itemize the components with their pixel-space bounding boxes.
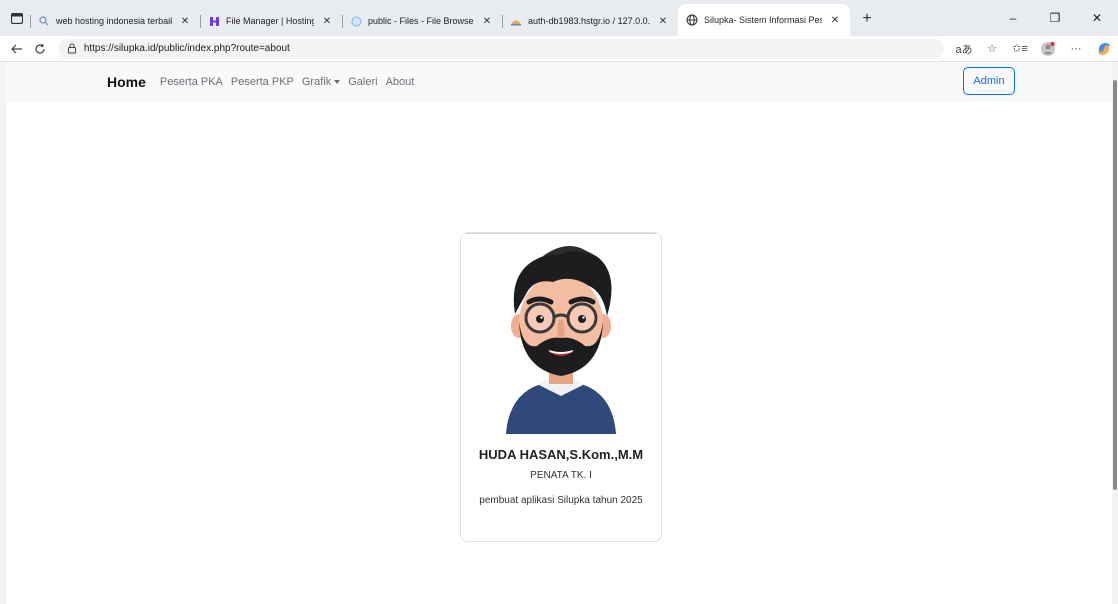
profile-avatar-icon[interactable] xyxy=(1034,38,1062,60)
tab-title: web hosting indonesia terbaik - S xyxy=(56,16,172,26)
browser-tab-4[interactable]: auth-db1983.hstgr.io / 127.0.0.1 / ✕ xyxy=(502,6,678,36)
refresh-icon[interactable] xyxy=(29,37,52,61)
nav-dropdown-grafik[interactable]: Grafik xyxy=(301,76,341,88)
page-viewport: Home Peserta PKA Peserta PKP Grafik Gale… xyxy=(0,62,1112,604)
profile-avatar-image xyxy=(506,246,616,434)
nav-link-about[interactable]: About xyxy=(386,76,415,88)
browser-tab-3[interactable]: public - Files - File Browser ✕ xyxy=(342,6,502,36)
close-tab-icon[interactable]: ✕ xyxy=(320,14,334,28)
tab-actions-icon[interactable] xyxy=(4,6,30,30)
close-tab-icon[interactable]: ✕ xyxy=(178,14,192,28)
caret-down-icon xyxy=(334,80,341,84)
profile-description: pembuat aplikasi Silupka tahun 2025 xyxy=(479,495,643,506)
profile-card: HUDA HASAN,S.Kom.,M.M PENATA TK. I pembu… xyxy=(460,232,662,542)
read-aloud-icon[interactable]: aあ xyxy=(950,38,978,60)
site-navbar: Home Peserta PKA Peserta PKP Grafik Gale… xyxy=(6,62,1112,102)
admin-button[interactable]: Admin xyxy=(963,67,1015,95)
nav-link-galeri[interactable]: Galeri xyxy=(348,76,377,88)
close-tab-icon[interactable]: ✕ xyxy=(828,13,842,27)
lock-icon[interactable] xyxy=(66,43,78,55)
back-icon[interactable] xyxy=(6,37,29,61)
tab-title: Silupka- Sistem Informasi Peserta xyxy=(704,15,822,25)
scrollbar-thumb[interactable] xyxy=(1113,80,1117,490)
tab-title: File Manager | Hostinger xyxy=(226,16,314,26)
tab-title: public - Files - File Browser xyxy=(368,16,474,26)
file-browser-icon xyxy=(350,15,362,27)
address-toolbar: https://silupka.id/public/index.php?rout… xyxy=(0,36,1118,62)
new-tab-button[interactable]: + xyxy=(854,6,880,32)
profile-name: HUDA HASAN,S.Kom.,M.M xyxy=(478,447,644,462)
more-icon[interactable]: ··· xyxy=(1062,38,1090,60)
browser-tab-active[interactable]: Silupka- Sistem Informasi Peserta ✕ xyxy=(678,4,850,36)
url-text[interactable]: https://silupka.id/public/index.php?rout… xyxy=(84,43,290,54)
close-window-icon[interactable]: ✕ xyxy=(1076,0,1118,36)
page-scrollbar[interactable] xyxy=(1112,62,1118,604)
search-icon xyxy=(38,15,50,27)
tab-title: auth-db1983.hstgr.io / 127.0.0.1 / xyxy=(528,16,650,26)
phpmyadmin-icon xyxy=(510,15,522,27)
browser-tab-bar: web hosting indonesia terbaik - S ✕ File… xyxy=(0,0,1118,36)
minimize-icon[interactable]: – xyxy=(992,0,1034,36)
globe-icon xyxy=(686,14,698,26)
nav-home-brand[interactable]: Home xyxy=(107,74,146,90)
nav-dropdown-label: Grafik xyxy=(301,76,332,88)
hostinger-icon xyxy=(208,15,220,27)
browser-tab-2[interactable]: File Manager | Hostinger ✕ xyxy=(200,6,342,36)
profile-rank: PENATA TK. I xyxy=(530,470,592,481)
close-tab-icon[interactable]: ✕ xyxy=(480,14,494,28)
nav-link-peserta-pkp[interactable]: Peserta PKP xyxy=(231,76,294,88)
window-controls: – ❐ ✕ xyxy=(992,0,1118,36)
browser-tab-1[interactable]: web hosting indonesia terbaik - S ✕ xyxy=(30,6,200,36)
copilot-icon[interactable] xyxy=(1090,38,1118,60)
favorite-star-icon[interactable]: ☆ xyxy=(978,38,1006,60)
close-tab-icon[interactable]: ✕ xyxy=(656,14,670,28)
url-bar[interactable]: https://silupka.id/public/index.php?rout… xyxy=(57,38,944,59)
favorites-icon[interactable]: ✩≡ xyxy=(1006,38,1034,60)
restore-icon[interactable]: ❐ xyxy=(1034,0,1076,36)
nav-link-peserta-pka[interactable]: Peserta PKA xyxy=(160,76,223,88)
